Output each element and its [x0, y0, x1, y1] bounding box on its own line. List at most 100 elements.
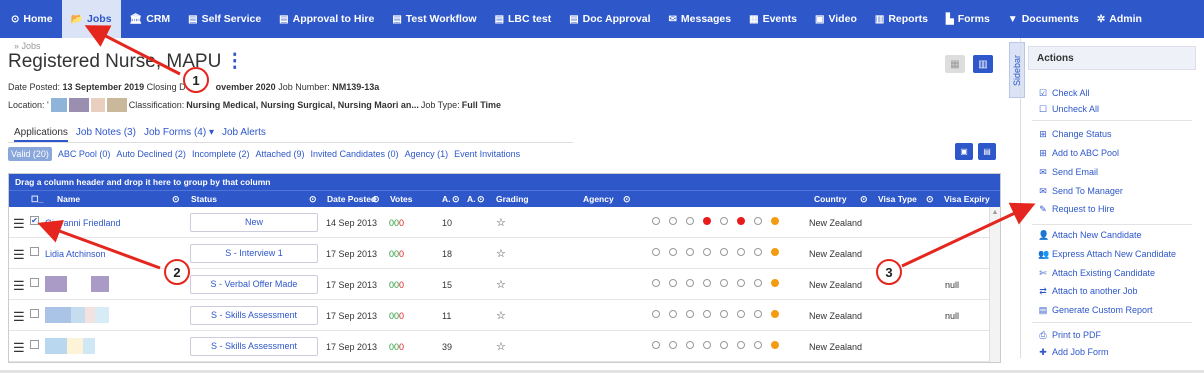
tab-2[interactable]: Job Forms (4) ▾	[144, 127, 214, 142]
more-options-icon[interactable]: ⋮	[225, 51, 244, 72]
select-all-checkbox[interactable]: ☐_	[31, 194, 43, 205]
filter-icon[interactable]: ⊙	[372, 194, 380, 205]
star-rating-icon[interactable]: ☆	[496, 278, 506, 291]
row-menu-icon[interactable]: ☰	[13, 216, 25, 232]
nav-item-test-workflow[interactable]: ▤ Test Workflow	[383, 0, 485, 38]
action-add-job-form[interactable]: ✚ Add Job Form	[1038, 347, 1108, 358]
status-dropdown[interactable]: S - Skills Assessment	[190, 306, 318, 325]
nav-item-lbc-test[interactable]: ▤ LBC test	[486, 0, 561, 38]
action-add-to-abc-pool[interactable]: ⊞ Add to ABC Pool	[1038, 148, 1119, 159]
nav-item-messages[interactable]: ✉ Messages	[660, 0, 741, 38]
status-dropdown[interactable]: S - Verbal Offer Made	[190, 275, 318, 294]
filter-icon[interactable]: ⊙	[452, 194, 460, 205]
star-rating-icon[interactable]: ☆	[496, 309, 506, 322]
filter-icon[interactable]: ⊙	[172, 194, 180, 205]
action-uncheck-all[interactable]: ☐ Uncheck All	[1038, 104, 1099, 115]
nav-item-crm[interactable]: 🏛 CRM	[121, 0, 180, 38]
status-dropdown[interactable]: S - Skills Assessment	[190, 337, 318, 356]
filter-tab-1[interactable]: ABC Pool (0)	[58, 149, 111, 159]
table-row[interactable]: ☰ S - Skills Assessment 17 Sep 2013 0 0 0 39…	[9, 331, 1000, 362]
tab-3[interactable]: Job Alerts	[222, 127, 266, 142]
column-visa-type[interactable]: Visa Type	[878, 194, 917, 204]
star-rating-icon[interactable]: ☆	[496, 216, 506, 229]
filter-tab-2[interactable]: Auto Declined (2)	[116, 149, 186, 159]
filter-tab-6[interactable]: Agency (1)	[405, 149, 449, 159]
filter-icon[interactable]: ⊙	[623, 194, 631, 205]
scrollbar[interactable]: ▲	[989, 207, 1000, 362]
pdf-export-icon[interactable]: ▣	[955, 143, 973, 160]
nav-item-label: Messages	[680, 13, 732, 25]
column-votes[interactable]: Votes	[390, 194, 413, 204]
star-rating-icon[interactable]: ☆	[496, 247, 506, 260]
status-dot	[686, 217, 694, 225]
grid-view-icon[interactable]: ▦	[945, 55, 965, 73]
table-row[interactable]: ☰ S - Skills Assessment 17 Sep 2013 0 0 0 11…	[9, 300, 1000, 331]
column-date-posted[interactable]: Date Posted	[327, 194, 376, 204]
nav-item-self-service[interactable]: ▤ Self Service	[179, 0, 270, 38]
row-checkbox[interactable]	[30, 309, 39, 318]
filter-tab-3[interactable]: Incomplete (2)	[192, 149, 250, 159]
candidate-name-link[interactable]: Lidia Atchinson	[45, 249, 106, 259]
column-agency[interactable]: Agency	[583, 194, 614, 204]
nav-item-admin[interactable]: ✲ Admin	[1088, 0, 1151, 38]
row-checkbox[interactable]	[30, 247, 39, 256]
action-print-to-pdf[interactable]: ⎙ Print to PDF	[1038, 330, 1101, 341]
votes: 0 0 0	[389, 342, 405, 352]
nav-item-documents[interactable]: ▼ Documents	[999, 0, 1088, 38]
action-change-status[interactable]: ⊞ Change Status	[1038, 129, 1111, 140]
row-checkbox[interactable]	[30, 340, 39, 349]
action-generate-custom-report[interactable]: ▤ Generate Custom Report	[1038, 305, 1153, 316]
row-menu-icon[interactable]: ☰	[13, 278, 25, 294]
tab-1[interactable]: Job Notes (3)	[76, 127, 136, 142]
column-a1[interactable]: A.	[442, 194, 451, 204]
table-row[interactable]: ☰ Lidia Atchinson S - Interview 1 17 Sep 20…	[9, 238, 1000, 269]
row-checkbox[interactable]	[30, 278, 39, 287]
filter-icon[interactable]: ⊙	[926, 194, 934, 205]
nav-item-reports[interactable]: ▥ Reports	[866, 0, 937, 38]
nav-item-forms[interactable]: ▙ Forms	[937, 0, 999, 38]
status-dropdown[interactable]: S - Interview 1	[190, 244, 318, 263]
nav-item-doc-approval[interactable]: ▤ Doc Approval	[560, 0, 659, 38]
status-dropdown[interactable]: New	[190, 213, 318, 232]
action-attach-new-candidate[interactable]: 👤 Attach New Candidate	[1038, 230, 1142, 241]
action-attach-to-another-job[interactable]: ⇄ Attach to another Job	[1038, 286, 1137, 297]
filter-icon[interactable]: ⊙	[860, 194, 868, 205]
row-menu-icon[interactable]: ☰	[13, 247, 25, 263]
column-a2[interactable]: A.	[467, 194, 476, 204]
nav-item-video[interactable]: ▣ Video	[806, 0, 866, 38]
filter-tab-4[interactable]: Attached (9)	[255, 149, 304, 159]
group-by-hint: Drag a column header and drop it here to…	[9, 174, 1000, 190]
action-request-to-hire[interactable]: ✎ Request to Hire	[1038, 204, 1114, 215]
filter-tab-7[interactable]: Event Invitations	[454, 149, 520, 159]
action-send-email[interactable]: ✉ Send Email	[1038, 167, 1098, 178]
action-check-all[interactable]: ☑ Check All	[1038, 88, 1090, 99]
candidate-name-link[interactable]: Giovanni Friedland	[45, 218, 121, 228]
action-send-to-manager[interactable]: ✉ Send To Manager	[1038, 186, 1123, 197]
tab-0[interactable]: Applications	[14, 127, 68, 142]
table-row[interactable]: ☰ ✔ Giovanni Friedland New 14 Sep 2013 0 0 0 1…	[9, 207, 1000, 238]
nav-item-approval-to-hire[interactable]: ▤ Approval to Hire	[270, 0, 383, 38]
column-grading[interactable]: Grading	[496, 194, 529, 204]
scroll-up-icon[interactable]: ▲	[990, 209, 1000, 216]
list-view-icon[interactable]: ▥	[973, 55, 993, 73]
row-menu-icon[interactable]: ☰	[13, 340, 25, 356]
filter-tab-5[interactable]: Invited Candidates (0)	[311, 149, 399, 159]
nav-item-events[interactable]: ▦ Events	[740, 0, 806, 38]
action-attach-existing-candidate[interactable]: ✄ Attach Existing Candidate	[1038, 268, 1155, 279]
column-status[interactable]: Status	[191, 194, 217, 204]
filter-tab-0[interactable]: Valid (20)	[8, 147, 52, 161]
row-menu-icon[interactable]: ☰	[13, 309, 25, 325]
table-row[interactable]: ☰ S - Verbal Offer Made 17 Sep 2013 0 0 0 15…	[9, 269, 1000, 300]
nav-item-home[interactable]: ⊙ Home	[2, 0, 62, 38]
column-country[interactable]: Country	[814, 194, 847, 204]
column-name[interactable]: Name	[57, 194, 80, 204]
row-checkbox[interactable]: ✔	[30, 216, 39, 225]
filter-icon[interactable]: ⊙	[309, 194, 317, 205]
column-visa-expiry[interactable]: Visa Expiry	[944, 194, 999, 204]
filter-icon[interactable]: ⊙	[477, 194, 485, 205]
action-express-attach-new-candidate[interactable]: 👥 Express Attach New Candidate	[1038, 249, 1176, 260]
nav-item-jobs[interactable]: 📂 Jobs	[61, 0, 121, 38]
document-export-icon[interactable]: ▤	[978, 143, 996, 160]
star-rating-icon[interactable]: ☆	[496, 340, 506, 353]
sidebar-toggle[interactable]: Sidebar	[1009, 42, 1025, 98]
